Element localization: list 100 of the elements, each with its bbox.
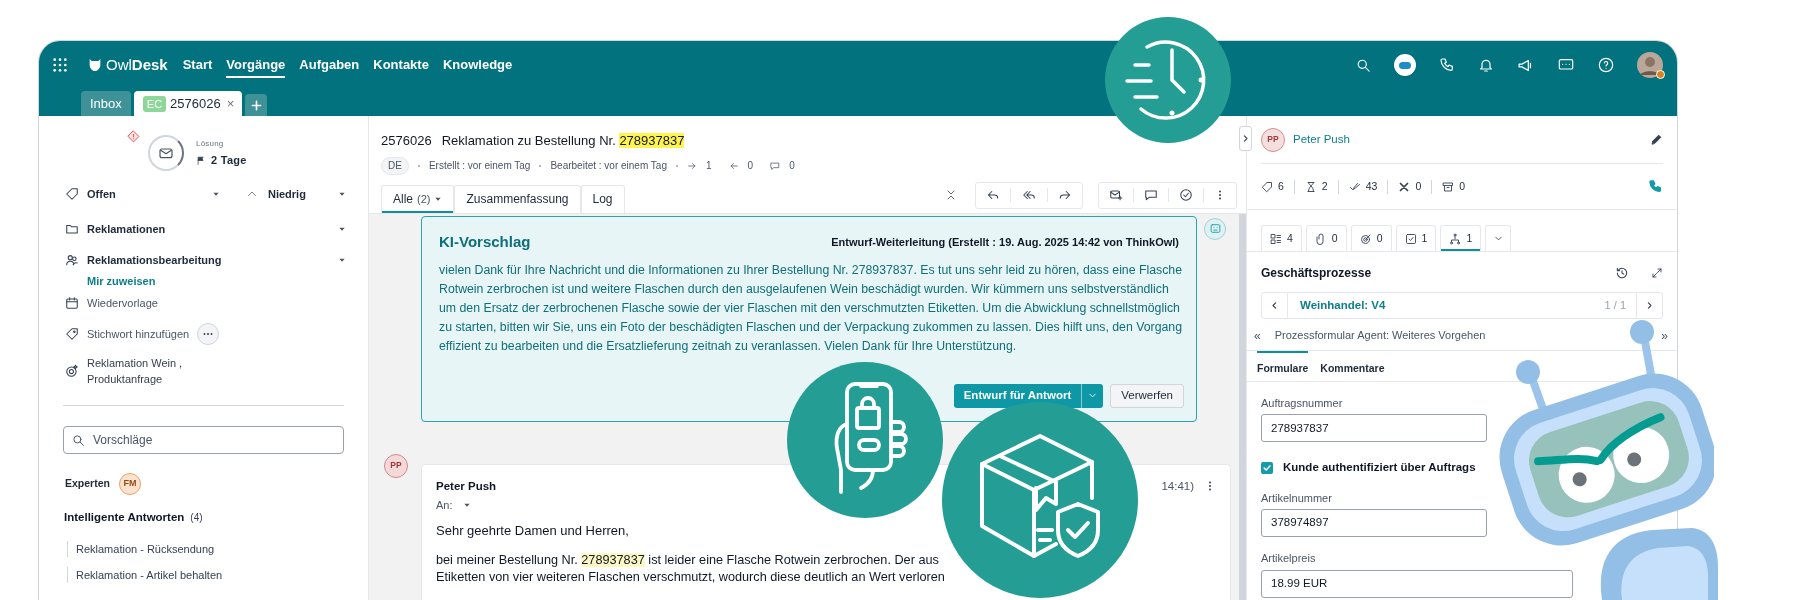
add-tag-field[interactable]: Stichwort hinzufügen [87,325,190,343]
discard-button[interactable]: Verwerfen [1110,383,1184,408]
forward-icon[interactable] [1058,188,1072,202]
draft-meta: Entwurf-Weiterleitung (Erstellt : 19. Aug. 2025 14:42 von ThinkOwl) [831,234,1179,250]
draft-options-button[interactable] [1081,383,1104,408]
panel-tab[interactable]: 0 [1350,225,1392,251]
comment-icon[interactable] [1144,188,1158,202]
brand-name: OwlDesk [106,54,168,75]
input-field[interactable]: 378974897 [1261,509,1487,537]
channel-badge: EC [142,95,167,112]
phone-icon[interactable] [1648,179,1663,194]
expand-icon[interactable] [1651,267,1663,279]
view-tab[interactable]: Zusammenfassung [454,184,581,213]
form-title: Prozessformular Agent: Weiteres Vorgehen [1274,328,1486,344]
stat-count: 0 [1415,178,1422,194]
ai-suggestion-text: vielen Dank für Ihre Nachricht und die Informationen zu Ihrer Bestellung Nr. 278937837. Es tut uns sehr leid zu hören, dass eine Flasche Rotwein zerbrochen ist und weitere Flaschen durch den ausgelaufenen Wein beschädigt wurden. Wir kümmern uns selbstverständlich um den Ersatz der zerbrochenen Flasche sowie der vier Flaschen mit den verschmutzten Etiketten. Um die Abwicklung schnellstmöglich zu starten, bitten wir Sie, uns ein Foto der beschädigten Flaschen und der Verpackung zukommen zu lassen. Dies hilft uns, den Vorgang effizient zu bearbeiten und die Ersatzlieferung zeitnah zu veranlassen. Vielen Dank für Ihre Unterstützung. [439,262,1184,355]
email-greeting: Sehr geehrte Damen und Herren, [436,522,630,541]
expert-avatar[interactable]: FM [118,473,141,495]
field-label: Auftragsnummer [1261,395,1344,411]
check-icon [1262,462,1272,473]
nav-link[interactable]: Aufgaben [299,51,360,79]
caret-icon [212,190,220,198]
target-icon [1359,232,1372,245]
sender-avatar: PP [384,453,408,478]
assign-link[interactable]: Mir zuweisen [87,273,156,289]
help-icon[interactable] [1598,57,1614,73]
apps-grid-icon[interactable] [52,57,68,73]
checkbox[interactable] [1261,461,1273,474]
chevron-right-icon [1241,134,1250,143]
comment-count: 0 [789,159,795,173]
scrollbar[interactable] [1239,213,1246,600]
view-tab[interactable]: Alle (2) [381,184,455,213]
outgoing-count: 1 [706,159,712,173]
experts-label: Experten [65,476,110,492]
form-tab[interactable]: Formulare [1257,351,1309,381]
created-text: Erstellt : vor einem Tag [428,159,531,173]
caret-icon [338,190,346,198]
section-title: Intelligente Antworten [64,510,185,525]
user-avatar[interactable] [1637,52,1663,78]
nav-link[interactable]: Kontakte [373,51,429,79]
answer-count: (4) [190,511,203,526]
ai-suggestion-title: KI-Vorschlag [439,231,531,252]
input-field[interactable]: 18.99 EUR [1261,569,1573,598]
collapse-panel-button[interactable] [1239,126,1252,151]
arrow-right-icon [687,160,697,171]
flag-icon [196,154,206,166]
followup-text[interactable]: Wiedervorlage [87,294,158,312]
panel-tab[interactable]: 4 [1261,225,1302,251]
tag-icon [65,327,79,341]
input-field[interactable]: 278937837 [1261,414,1487,443]
panel-tab[interactable]: 1 [1440,225,1482,251]
previous-form-button[interactable]: « [1254,326,1261,345]
history-icon[interactable] [1615,266,1629,280]
page-indicator: 1 / 1 [1604,298,1626,314]
pencil-icon[interactable] [1650,133,1663,146]
sla-value: 2 Tage [211,153,247,168]
phone-icon[interactable] [1439,57,1455,73]
inbox-tab[interactable]: Inbox [81,91,131,116]
search-icon[interactable] [1356,57,1371,73]
contact-name[interactable]: Peter Push [1293,130,1350,149]
add-tab-button[interactable] [245,94,268,116]
tag-icon [1261,180,1273,193]
next-form-button[interactable]: » [1661,326,1668,345]
bot-icon [1208,222,1222,235]
chat-icon[interactable] [1557,57,1575,73]
check-circle-icon[interactable] [1179,188,1193,202]
tab-label: 2576026 [170,94,221,113]
form-tab[interactable]: Kommentare [1320,351,1385,381]
ticket-tab[interactable]: EC 2576026 × [133,91,243,116]
plus-icon [250,99,262,111]
category-dropdown[interactable]: Reklamationen [65,218,346,240]
reply-all-icon[interactable] [1021,188,1037,202]
cancelled-icon [1398,180,1411,193]
nav-link[interactable]: Start [182,51,213,79]
stat-count: 0 [1459,178,1466,194]
priority-dropdown[interactable]: Niedrig [246,185,346,203]
bell-icon[interactable] [1478,57,1494,73]
mail-plus-icon[interactable] [1109,188,1123,202]
answer-item[interactable]: Reklamation - Artikel behalten [76,567,223,584]
answer-item[interactable]: Reklamation - Rücksendung [76,541,215,558]
reply-icon[interactable] [986,188,1000,202]
collapse-icon[interactable] [945,189,957,201]
chevron-right-icon [1645,301,1654,310]
field-label: Artikelpreis [1261,551,1317,566]
suggestion-search-field[interactable]: Vorschläge [63,426,344,454]
nav-link[interactable]: Knowledge [442,51,513,79]
app-badge-icon[interactable] [1394,54,1416,76]
status-dropdown[interactable]: Offen [65,185,220,203]
target-sparkle-icon [65,364,79,378]
ticket-id: 2576026 [381,132,432,150]
nav-link[interactable]: Vorgänge [226,51,286,79]
panel-tab[interactable]: 0 [1305,225,1347,251]
archive-icon [1442,180,1455,193]
panel-tab[interactable]: 1 [1395,225,1437,251]
view-tab[interactable]: Log [580,184,625,213]
ticket-title: Reklamation zu Bestellung Nr. 278937837 [441,132,685,150]
caret-icon [434,195,443,203]
team-dropdown[interactable]: Reklamationsbearbeitung [65,249,346,271]
close-tab-button[interactable]: × [226,93,235,114]
arrow-left-icon [728,160,739,171]
